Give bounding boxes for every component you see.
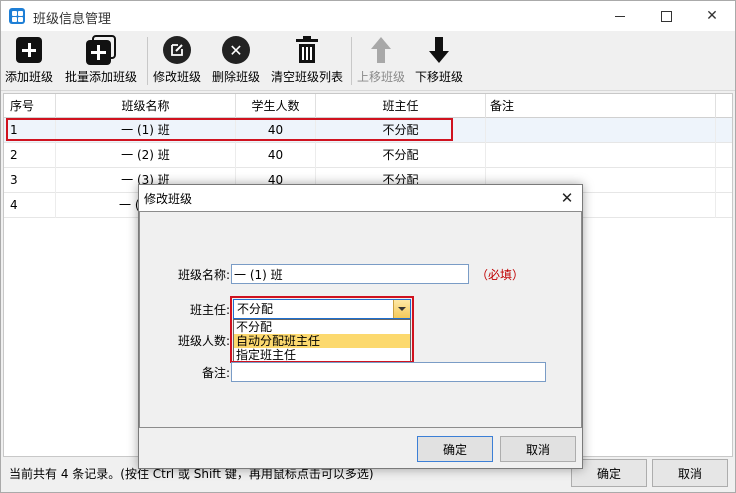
- clear-class-list-label: 清空班级列表: [271, 70, 344, 84]
- window-title: 班级信息管理: [33, 12, 112, 27]
- column-header-count[interactable]: 学生人数: [236, 94, 316, 118]
- move-up-button[interactable]: 上移班级: [357, 35, 405, 87]
- add-icon: [14, 35, 44, 65]
- class-name-label: 班级名称:: [177, 268, 230, 282]
- dialog-title-bar: 修改班级 ✕: [139, 185, 582, 211]
- row-highlight-annotation: [6, 118, 453, 141]
- dropdown-highlight-annotation: [230, 296, 414, 363]
- column-header-name[interactable]: 班级名称: [56, 94, 236, 118]
- dialog-footer: 确定 取消: [139, 428, 582, 468]
- close-button[interactable]: ✕: [689, 1, 735, 31]
- cell-note: [486, 143, 716, 168]
- delete-class-button[interactable]: ✕ 删除班级: [212, 35, 260, 87]
- column-header-teacher[interactable]: 班主任: [316, 94, 486, 118]
- minimize-button[interactable]: [597, 1, 643, 31]
- required-hint: （必填）: [476, 268, 525, 282]
- dialog-cancel-button[interactable]: 取消: [500, 436, 576, 462]
- cell-count: 40: [236, 143, 316, 168]
- cell-no: 4: [4, 193, 56, 218]
- dialog-close-icon[interactable]: ✕: [556, 187, 578, 209]
- dialog-ok-button[interactable]: 确定: [417, 436, 493, 462]
- app-icon: [9, 8, 25, 24]
- toolbar: 添加班级 批量添加班级 修改班级 ✕ 删除班级 清空班级列表 上移班级 下移班级: [1, 31, 735, 91]
- column-header-note[interactable]: 备注: [486, 94, 716, 118]
- dialog-body: 班级名称: （必填） 班主任: 不分配 不分配 自动分配班主任 指定班主任 班级…: [139, 211, 582, 428]
- edit-class-dialog: 修改班级 ✕ 班级名称: （必填） 班主任: 不分配 不分配 自动分配班主任 指…: [138, 184, 583, 469]
- toolbar-separator: [351, 37, 352, 85]
- delete-class-label: 删除班级: [212, 70, 261, 84]
- class-count-label: 班级人数:: [177, 334, 230, 348]
- arrow-up-icon: [366, 35, 396, 65]
- cancel-button[interactable]: 取消: [652, 459, 728, 487]
- table-row[interactable]: 2 一 (2) 班 40 不分配: [4, 143, 732, 168]
- arrow-down-icon: [424, 35, 454, 65]
- maximize-button[interactable]: [643, 1, 689, 31]
- clear-class-list-button[interactable]: 清空班级列表: [271, 35, 343, 87]
- cell-no: 3: [4, 168, 56, 193]
- title-bar: 班级信息管理 ✕: [1, 1, 735, 31]
- toolbar-separator: [147, 37, 148, 85]
- note-label: 备注:: [201, 366, 230, 380]
- table-header: 序号 班级名称 学生人数 班主任 备注: [4, 94, 732, 118]
- teacher-label: 班主任:: [189, 303, 230, 317]
- move-down-label: 下移班级: [415, 70, 464, 84]
- cell-note: [486, 118, 716, 143]
- trash-icon: [292, 35, 322, 65]
- move-up-label: 上移班级: [357, 70, 406, 84]
- cell-teacher: 不分配: [316, 143, 486, 168]
- move-down-button[interactable]: 下移班级: [415, 35, 463, 87]
- cell-name: 一 (2) 班: [56, 143, 236, 168]
- class-name-input[interactable]: [231, 264, 469, 284]
- dialog-title: 修改班级: [144, 192, 193, 206]
- add-class-label: 添加班级: [5, 70, 54, 84]
- batch-add-icon: [86, 35, 116, 65]
- delete-icon: ✕: [221, 35, 251, 65]
- edit-icon: [162, 35, 192, 65]
- cell-no: 2: [4, 143, 56, 168]
- batch-add-class-label: 批量添加班级: [65, 70, 138, 84]
- add-class-button[interactable]: 添加班级: [5, 35, 53, 87]
- edit-class-label: 修改班级: [153, 70, 202, 84]
- column-header-no[interactable]: 序号: [4, 94, 56, 118]
- edit-class-button[interactable]: 修改班级: [153, 35, 201, 87]
- note-input[interactable]: [231, 362, 546, 382]
- batch-add-class-button[interactable]: 批量添加班级: [65, 35, 137, 87]
